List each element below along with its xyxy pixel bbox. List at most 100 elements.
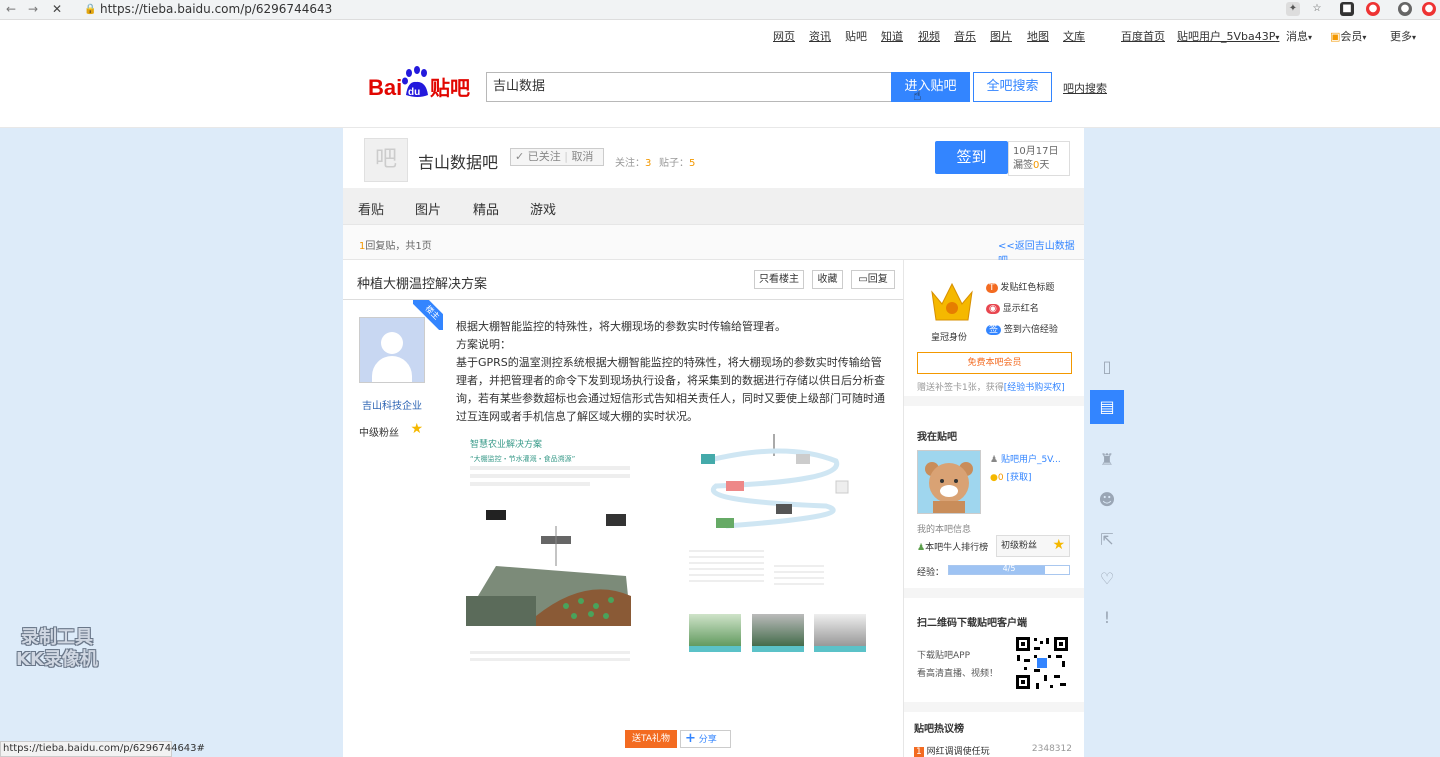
- menu-icon[interactable]: ●: [1422, 2, 1436, 16]
- nav-link-zhidao[interactable]: 知道: [881, 28, 903, 44]
- nav-link-image[interactable]: 图片: [990, 28, 1012, 44]
- author-name[interactable]: 吉山科技企业: [359, 397, 425, 412]
- rank-link[interactable]: ♟本吧牛人排行榜: [917, 540, 988, 553]
- greenhouse-diagram: [466, 510, 631, 626]
- extension-red-icon[interactable]: ●: [1366, 2, 1380, 16]
- exp-book-link[interactable]: [经验书购买权]: [1004, 383, 1065, 393]
- status-bar: https://tieba.baidu.com/p/6296744643#: [0, 741, 205, 757]
- my-info-label: 我的本吧信息: [917, 525, 972, 535]
- sign-perk-icon: 签: [986, 325, 1002, 335]
- baidu-home-link[interactable]: 百度首页: [1121, 28, 1165, 44]
- post-title-bar: 种植大棚温控解决方案 只看楼主 收藏 ▭回复: [343, 260, 903, 300]
- forum-card: 吧 吉山数据吧 ✓ 已关注 | 取消 关注：3 贴子：5 签到 10月17日 漏…: [343, 128, 1084, 188]
- messages-menu[interactable]: 消息▾: [1286, 28, 1312, 44]
- follow-count: 关注：3: [615, 158, 652, 169]
- only-author-button[interactable]: 只看楼主: [754, 270, 804, 289]
- post-paragraph: 基于GPRS的温室测控系统根据大棚智能监控的特殊性，将大棚现场的参数实时传输给管…: [456, 356, 885, 423]
- extension-icon[interactable]: ✦: [1286, 2, 1300, 16]
- forum-avatar[interactable]: 吧: [364, 138, 408, 182]
- send-gift-button[interactable]: 送TA礼物: [625, 730, 677, 748]
- collect-button[interactable]: 收藏: [812, 270, 843, 289]
- unfollow-button[interactable]: 取消: [571, 150, 593, 163]
- vip-gift-note: 赠送补签卡1张，获得[经验书购买权]: [917, 383, 1065, 393]
- profile-icon[interactable]: ●: [1398, 2, 1412, 16]
- url-text: https://tieba.baidu.com/p/6296744643: [100, 2, 333, 16]
- in-bar-search-link[interactable]: 吧内搜索: [1063, 80, 1107, 96]
- forward-icon[interactable]: →: [28, 2, 38, 16]
- cat-icon[interactable]: ☻: [1090, 483, 1124, 517]
- chat-icon[interactable]: ▤: [1090, 390, 1124, 424]
- reply-label: 回复: [867, 274, 888, 285]
- right-sidebar: 皇冠身份 T 发贴红色标题 ◉ 显示红名 签 签到六倍经验 免费本吧会员 赠送补…: [903, 260, 1084, 757]
- my-avatar[interactable]: [917, 450, 981, 514]
- hot-topic-item[interactable]: 1 网红调调使任玩 2348312: [914, 744, 1084, 757]
- get-coins-link[interactable]: [获取]: [1006, 473, 1031, 483]
- nav-link-video[interactable]: 视频: [918, 28, 940, 44]
- post-content: 根据大棚智能监控的特殊性，将大棚现场的参数实时传输给管理者。 方案说明： 基于G…: [456, 318, 886, 681]
- nav-link-tieba[interactable]: 贴吧: [845, 28, 867, 44]
- system-flow-diagram: [701, 434, 849, 529]
- post-paragraph: 根据大棚智能监控的特殊性，将大棚现场的参数实时传输给管理者。: [456, 320, 786, 333]
- coin-icon: ●: [990, 473, 998, 483]
- my-coins: ●0 [获取]: [990, 473, 1032, 483]
- user-name: 贴吧用户_5Vba43P: [1177, 30, 1276, 43]
- comment-icon: ▭: [858, 274, 868, 285]
- chevron-down-icon: ▾: [1308, 33, 1313, 42]
- nav-link-wenku[interactable]: 文库: [1063, 28, 1085, 44]
- post-count: 贴子：5: [659, 158, 696, 169]
- hot-title: 网红调调使任玩: [926, 747, 990, 757]
- enter-tieba-button[interactable]: 进入贴吧: [891, 72, 970, 102]
- chevron-down-icon: ▾: [1362, 33, 1367, 42]
- reload-icon[interactable]: ✕: [52, 2, 62, 16]
- search-header: Bai du 贴吧 吉山数据 进入贴吧 全吧搜索 吧内搜索 ☝: [0, 48, 1440, 128]
- share-out-icon[interactable]: ⇱: [1090, 523, 1124, 557]
- logo-text-du: du: [408, 87, 420, 98]
- name-perk-icon: ◉: [986, 304, 1000, 314]
- exp-label: 经验：: [917, 568, 945, 578]
- qr-line1: 下载贴吧APP: [917, 651, 971, 661]
- my-level-badge: 初级粉丝 ★: [996, 535, 1070, 557]
- search-input[interactable]: 吉山数据: [486, 72, 892, 102]
- reply-button[interactable]: ▭回复: [851, 270, 895, 289]
- tab-featured[interactable]: 精品: [473, 199, 499, 218]
- crown-icon: [926, 278, 978, 326]
- report-icon[interactable]: !: [1090, 601, 1124, 635]
- phone-icon[interactable]: ▯: [1090, 350, 1124, 384]
- browser-toolbar: ← → ✕ 🔒 https://tieba.baidu.com/p/629674…: [0, 0, 1440, 20]
- post-image[interactable]: 智慧农业解决方案 “大棚监控・节水灌溉・食品溯源”: [456, 434, 876, 681]
- share-button[interactable]: + 分享: [680, 730, 731, 748]
- forum-tabs: 看贴 图片 精品 游戏: [343, 188, 1084, 224]
- heart-icon[interactable]: ♡: [1090, 562, 1124, 596]
- nav-link-map[interactable]: 地图: [1027, 28, 1049, 44]
- back-icon[interactable]: ←: [6, 2, 16, 16]
- tab-posts[interactable]: 看贴: [358, 199, 384, 218]
- messages-label: 消息: [1286, 30, 1308, 43]
- bookmark-star-icon[interactable]: ☆: [1310, 2, 1324, 16]
- free-vip-button[interactable]: 免费本吧会员: [917, 352, 1072, 374]
- extension-square-icon[interactable]: ■: [1340, 2, 1354, 16]
- tab-images[interactable]: 图片: [415, 199, 441, 218]
- vip-icon: ▣: [1330, 30, 1341, 43]
- share-label: 分享: [698, 735, 717, 745]
- vip-menu[interactable]: ▣会员▾: [1330, 28, 1366, 44]
- sign-info: 10月17日 漏签0天: [1008, 141, 1070, 176]
- chevron-down-icon: ▾: [1275, 33, 1280, 42]
- follow-status[interactable]: ✓ 已关注 | 取消: [510, 148, 604, 166]
- all-tieba-search-button[interactable]: 全吧搜索: [973, 72, 1052, 102]
- forum-name[interactable]: 吉山数据吧: [418, 149, 498, 173]
- author-avatar[interactable]: [359, 317, 425, 383]
- hat-icon[interactable]: ♜: [1090, 443, 1124, 477]
- nav-link-music[interactable]: 音乐: [954, 28, 976, 44]
- nav-link-news[interactable]: 资讯: [809, 28, 831, 44]
- sign-in-button[interactable]: 签到: [935, 141, 1008, 174]
- chevron-down-icon: ▾: [1412, 33, 1417, 42]
- qr-code: [1014, 635, 1070, 691]
- user-menu[interactable]: 贴吧用户_5Vba43P▾: [1177, 28, 1279, 44]
- more-menu[interactable]: 更多▾: [1390, 28, 1416, 44]
- top-nav: 网页 资讯 贴吧 知道 视频 音乐 图片 地图 文库 百度首页 贴吧用户_5Vb…: [0, 20, 1440, 48]
- my-username[interactable]: ♟ 贴吧用户_5V...: [990, 452, 1061, 465]
- baidu-tieba-logo[interactable]: Bai du 贴吧: [368, 65, 473, 101]
- tab-games[interactable]: 游戏: [530, 199, 556, 218]
- nav-link-web[interactable]: 网页: [773, 28, 795, 44]
- address-bar[interactable]: 🔒 https://tieba.baidu.com/p/6296744643: [80, 1, 1270, 18]
